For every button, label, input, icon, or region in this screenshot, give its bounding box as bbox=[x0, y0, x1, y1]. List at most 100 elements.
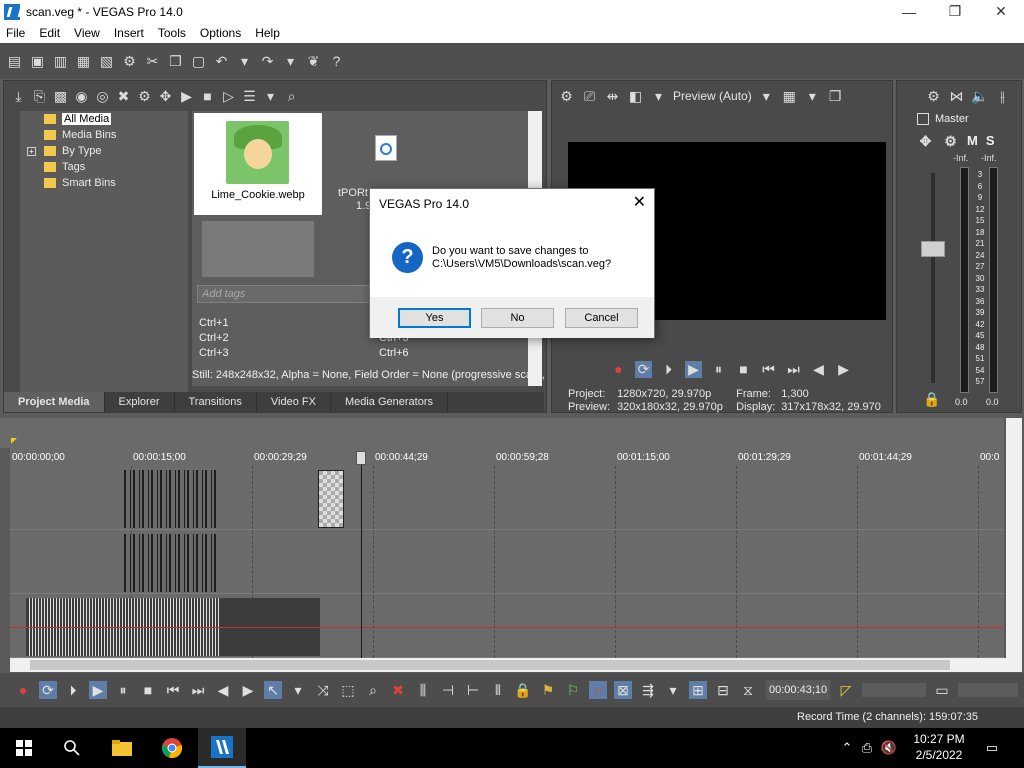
stop-icon[interactable]: ■ bbox=[199, 88, 216, 105]
rate-slider[interactable] bbox=[862, 683, 926, 697]
redo-icon[interactable]: ↷ bbox=[259, 53, 276, 70]
split-screen-icon[interactable]: ⇹ bbox=[604, 88, 621, 105]
next-frame-icon[interactable]: ▶ bbox=[835, 361, 852, 378]
views-icon[interactable]: ☰ bbox=[241, 88, 258, 105]
pan-icon[interactable]: ✥ bbox=[917, 133, 934, 150]
menu-edit[interactable]: Edit bbox=[33, 26, 68, 40]
copy-icon[interactable]: ❐ bbox=[167, 53, 184, 70]
cut-icon[interactable]: ✂ bbox=[144, 53, 161, 70]
search-button[interactable] bbox=[48, 728, 96, 768]
properties-icon[interactable]: ⚙ bbox=[121, 53, 138, 70]
previous-frame-icon[interactable]: ◀ bbox=[214, 681, 232, 699]
undo-dropdown-icon[interactable]: ▾ bbox=[236, 53, 253, 70]
image-clip-event[interactable] bbox=[318, 470, 344, 528]
ripple-dropdown-icon[interactable]: ▾ bbox=[664, 681, 682, 699]
go-to-start-icon[interactable]: ⏮ bbox=[760, 361, 777, 378]
solo-button[interactable]: S bbox=[986, 133, 995, 150]
tags-input[interactable]: Add tags bbox=[197, 285, 372, 303]
maximize-button[interactable]: ❐ bbox=[932, 0, 978, 23]
file-explorer-button[interactable] bbox=[98, 728, 146, 768]
preview-quality-dropdown[interactable]: Preview (Auto) bbox=[673, 89, 752, 103]
expand-icon[interactable]: + bbox=[27, 147, 36, 156]
envelope-tool-icon[interactable]: ⤨ bbox=[314, 681, 332, 699]
master-checkbox[interactable] bbox=[917, 113, 929, 125]
play-from-start-icon[interactable]: ⏵ bbox=[660, 361, 677, 378]
previous-frame-icon[interactable]: ◀ bbox=[810, 361, 827, 378]
capture-icon[interactable]: ⎘ bbox=[31, 88, 48, 105]
tree-item-tags[interactable]: Tags bbox=[44, 159, 85, 175]
tree-item-smart-bins[interactable]: Smart Bins bbox=[44, 175, 116, 191]
audio-file-icon[interactable] bbox=[375, 135, 397, 161]
start-button[interactable] bbox=[0, 728, 48, 768]
web-icon[interactable]: ◉ bbox=[73, 88, 90, 105]
tab-explorer[interactable]: Explorer bbox=[105, 392, 175, 412]
pause-icon[interactable]: ⏸ bbox=[710, 361, 727, 378]
menu-view[interactable]: View bbox=[68, 26, 108, 40]
menu-tools[interactable]: Tools bbox=[152, 26, 194, 40]
tab-project-media[interactable]: Project Media bbox=[4, 392, 105, 412]
remove-icon[interactable]: ✖ bbox=[115, 88, 132, 105]
chevron-up-icon[interactable]: ⌃ bbox=[838, 740, 856, 756]
save-as-icon[interactable]: ▦ bbox=[75, 53, 92, 70]
auto-crossfade-icon[interactable]: ⊠ bbox=[614, 681, 632, 699]
normal-edit-tool-icon[interactable]: ↖ bbox=[264, 681, 282, 699]
go-to-end-icon[interactable]: ⏭ bbox=[189, 681, 207, 699]
split-dropdown-icon[interactable]: ▾ bbox=[650, 88, 667, 105]
playhead-handle[interactable] bbox=[356, 451, 366, 465]
menu-options[interactable]: Options bbox=[194, 26, 249, 40]
copy-snapshot-icon[interactable]: ❐ bbox=[827, 88, 844, 105]
import-media-icon[interactable]: ⤓ bbox=[10, 88, 27, 105]
audio-volume-envelope[interactable] bbox=[10, 627, 1004, 628]
split-screen-view-icon[interactable]: ◧ bbox=[627, 88, 644, 105]
help-icon[interactable]: ? bbox=[328, 53, 345, 70]
media-item-lime-cookie[interactable]: Lime_Cookie.webp bbox=[194, 113, 322, 215]
stop-icon[interactable]: ■ bbox=[139, 681, 157, 699]
time-ruler[interactable]: 00:00:00;00 00:00:15;00 00:00:29;29 00:00:4… bbox=[10, 448, 1004, 466]
zoom-tool-icon[interactable]: ⌕ bbox=[364, 681, 382, 699]
play-icon[interactable]: ▶ bbox=[685, 361, 702, 378]
mixer-options-icon[interactable]: ⫲ bbox=[994, 88, 1011, 105]
downmix-icon[interactable]: ⋈ bbox=[948, 88, 965, 105]
menu-file[interactable]: File bbox=[0, 26, 33, 40]
chrome-button[interactable] bbox=[148, 728, 196, 768]
timeline-scroll-thumb[interactable] bbox=[30, 660, 950, 670]
redo-dropdown-icon[interactable]: ▾ bbox=[282, 53, 299, 70]
dialog-close-icon[interactable]: ✕ bbox=[633, 192, 646, 212]
tree-item-all-media[interactable]: All Media bbox=[44, 111, 112, 127]
stop-icon[interactable]: ■ bbox=[735, 361, 752, 378]
insert-region-icon[interactable]: ⚐ bbox=[564, 681, 582, 699]
menu-help[interactable]: Help bbox=[249, 26, 288, 40]
notification-icon[interactable]: ▭ bbox=[982, 740, 1002, 756]
zoom-slider[interactable] bbox=[958, 683, 1018, 697]
overlays-icon[interactable]: ▦ bbox=[781, 88, 798, 105]
undo-icon[interactable]: ↶ bbox=[213, 53, 230, 70]
pause-icon[interactable]: ⏸ bbox=[114, 681, 132, 699]
trim-start-icon[interactable]: ⊣ bbox=[439, 681, 457, 699]
cancel-button[interactable]: Cancel bbox=[565, 308, 638, 328]
cursor-timecode[interactable]: 00:00:43;10 bbox=[766, 680, 830, 700]
speaker-icon[interactable]: 🔈 bbox=[971, 88, 988, 105]
preview-settings-icon[interactable]: ⚙ bbox=[558, 88, 575, 105]
playhead-cursor[interactable] bbox=[361, 458, 362, 658]
mixer-settings-icon[interactable]: ⚙ bbox=[925, 88, 942, 105]
lock-envelopes-icon[interactable]: 🔒 bbox=[514, 681, 532, 699]
volume-muted-icon[interactable]: 🔇 bbox=[878, 740, 900, 756]
timeline-horizontal-scrollbar[interactable] bbox=[10, 658, 1020, 672]
play-from-start-icon[interactable]: ⏵ bbox=[64, 681, 82, 699]
save-icon[interactable]: ▥ bbox=[52, 53, 69, 70]
minimize-button[interactable]: — bbox=[886, 0, 932, 23]
trim-end-icon[interactable]: ⊢ bbox=[464, 681, 482, 699]
selection-tool-icon[interactable]: ⬚ bbox=[339, 681, 357, 699]
rate-icon[interactable]: ◸ bbox=[837, 681, 855, 699]
loop-icon[interactable]: ⟳ bbox=[635, 361, 652, 378]
lock-icon[interactable]: 🔒 bbox=[923, 391, 940, 408]
mute-button[interactable]: M bbox=[967, 133, 978, 150]
ripple-edit-icon[interactable]: ⇶ bbox=[639, 681, 657, 699]
tree-item-by-type[interactable]: By Type bbox=[44, 143, 102, 159]
render-icon[interactable]: ▧ bbox=[98, 53, 115, 70]
move-icon[interactable]: ✥ bbox=[157, 88, 174, 105]
delete-icon[interactable]: ✖ bbox=[389, 681, 407, 699]
next-frame-icon[interactable]: ▶ bbox=[239, 681, 257, 699]
split-icon[interactable]: ⫴ bbox=[489, 681, 507, 699]
edit-tool-dropdown-icon[interactable]: ▾ bbox=[289, 681, 307, 699]
